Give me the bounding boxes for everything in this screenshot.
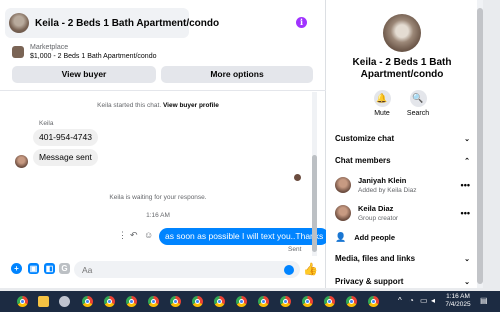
conversation-avatar bbox=[383, 14, 421, 52]
waiting-notice: Keila is waiting for your response. bbox=[109, 194, 207, 201]
system-clock[interactable]: 1:16 AM 7/4/2025 bbox=[442, 293, 474, 309]
chrome-icon[interactable] bbox=[302, 296, 313, 307]
folder-icon[interactable] bbox=[38, 296, 49, 307]
add-people-button[interactable]: 👤 Add people bbox=[335, 232, 395, 243]
chrome-icon[interactable] bbox=[346, 296, 357, 307]
add-people-label: Add people bbox=[354, 233, 396, 242]
message-timestamp: 1:16 AM bbox=[146, 212, 170, 219]
chat-header[interactable]: Keila - 2 Beds 1 Bath Apartment/condo bbox=[5, 8, 219, 38]
conversation-title: Keila - 2 Beds 1 Bath Apartment/condo bbox=[352, 57, 452, 80]
more-dots-icon[interactable]: ⋮ bbox=[118, 230, 127, 241]
clock-time: 1:16 AM bbox=[446, 293, 470, 300]
chevron-up-icon: ⌃ bbox=[464, 157, 470, 165]
chat-started-notice: Keila started this chat. View buyer prof… bbox=[0, 102, 316, 109]
listing-name: $1,000 - 2 Beds 1 Bath Apartment/condo bbox=[30, 53, 157, 60]
clock-date: 7/4/2025 bbox=[445, 301, 471, 308]
chat-members-section[interactable]: Chat members ⌃ bbox=[335, 156, 470, 165]
view-buyer-profile-link[interactable]: View buyer profile bbox=[163, 102, 219, 109]
media-files-label: Media, files and links bbox=[335, 254, 416, 263]
app-icon[interactable] bbox=[59, 296, 70, 307]
more-options-button[interactable]: More options bbox=[161, 66, 313, 83]
more-dots-icon[interactable]: ••• bbox=[461, 180, 470, 190]
sender-name: Keila bbox=[39, 120, 54, 127]
info-scroll-thumb[interactable] bbox=[477, 8, 483, 284]
chevron-up-icon[interactable]: ^ bbox=[398, 296, 402, 305]
member-avatar bbox=[335, 177, 351, 193]
info-icon[interactable]: i bbox=[296, 17, 307, 28]
chat-started-text: Keila started this chat. bbox=[97, 102, 162, 109]
search-label: Search bbox=[406, 110, 430, 117]
add-person-icon: 👤 bbox=[335, 232, 347, 242]
plus-icon[interactable]: + bbox=[11, 263, 22, 274]
chrome-icon[interactable] bbox=[280, 296, 291, 307]
chrome-icon[interactable] bbox=[148, 296, 159, 307]
chat-avatar bbox=[9, 13, 29, 33]
mute-button[interactable]: 🔔 Mute bbox=[362, 90, 402, 117]
chrome-icon[interactable] bbox=[17, 296, 28, 307]
marketplace-listing[interactable]: Marketplace $1,000 - 2 Beds 1 Bath Apart… bbox=[12, 44, 156, 60]
taskbar: ^ ◔ ▭ ◂ 1:16 AM 7/4/2025 ▤ bbox=[0, 291, 500, 312]
thumbs-up-icon[interactable]: 👍 bbox=[303, 262, 318, 276]
chrome-icon[interactable] bbox=[368, 296, 379, 307]
chevron-down-icon: ⌄ bbox=[464, 255, 470, 263]
chrome-icon[interactable] bbox=[324, 296, 335, 307]
member-item[interactable]: Janiyah Klein Added by Keila Diaz ••• bbox=[335, 176, 470, 194]
bell-icon: 🔔 bbox=[373, 90, 391, 107]
chrome-icon[interactable] bbox=[236, 296, 247, 307]
chrome-icon[interactable] bbox=[214, 296, 225, 307]
listing-thumbnail bbox=[12, 46, 24, 58]
sent-status: Sent bbox=[288, 246, 302, 253]
search-button[interactable]: 🔍 Search bbox=[398, 90, 438, 117]
member-subtitle: Added by Keila Diaz bbox=[358, 187, 417, 194]
member-name: Keila Diaz bbox=[358, 204, 394, 213]
emoji-icon[interactable] bbox=[284, 265, 294, 275]
reply-icon[interactable]: ↶ bbox=[130, 230, 138, 241]
message-input[interactable] bbox=[74, 261, 300, 278]
wifi-icon[interactable]: ◔ bbox=[409, 296, 414, 305]
chrome-icon[interactable] bbox=[82, 296, 93, 307]
customize-chat-section[interactable]: Customize chat ⌄ bbox=[335, 134, 470, 143]
volume-icon[interactable]: ◂ bbox=[431, 296, 435, 305]
chrome-icon[interactable] bbox=[192, 296, 203, 307]
member-avatar bbox=[335, 205, 351, 221]
gif-icon[interactable]: G bbox=[59, 263, 70, 274]
notification-icon[interactable]: ▤ bbox=[480, 296, 488, 305]
chrome-icon[interactable] bbox=[258, 296, 269, 307]
chrome-icon[interactable] bbox=[104, 296, 115, 307]
chat-scroll-thumb[interactable] bbox=[312, 155, 317, 252]
chat-info-panel: Keila - 2 Beds 1 Bath Apartment/condo 🔔 … bbox=[326, 0, 482, 288]
search-icon: 🔍 bbox=[409, 90, 427, 107]
sticker-icon[interactable]: ◧ bbox=[44, 263, 55, 274]
chrome-icon[interactable] bbox=[170, 296, 181, 307]
message-bubble[interactable]: 401-954-4743 bbox=[33, 129, 98, 146]
member-name: Janiyah Klein bbox=[358, 176, 407, 185]
chat-panel: Keila - 2 Beds 1 Bath Apartment/condo i … bbox=[0, 0, 330, 288]
sender-avatar[interactable] bbox=[15, 155, 28, 168]
privacy-support-section[interactable]: Privacy & support ⌄ bbox=[335, 277, 470, 286]
listing-label: Marketplace bbox=[30, 44, 69, 51]
battery-icon[interactable]: ▭ bbox=[420, 296, 428, 305]
seen-avatar bbox=[294, 174, 301, 181]
composer: + ▣ ◧ G 👍 bbox=[0, 258, 326, 280]
chrome-icon[interactable] bbox=[126, 296, 137, 307]
chevron-down-icon: ⌄ bbox=[464, 135, 470, 143]
mute-label: Mute bbox=[374, 110, 390, 117]
outgoing-message[interactable]: as soon as possible I will text you..Tha… bbox=[159, 228, 330, 245]
customize-chat-label: Customize chat bbox=[335, 134, 395, 143]
image-icon[interactable]: ▣ bbox=[28, 263, 39, 274]
privacy-support-label: Privacy & support bbox=[335, 277, 404, 286]
chat-title: Keila - 2 Beds 1 Bath Apartment/condo bbox=[35, 17, 220, 29]
member-item[interactable]: Keila Diaz Group creator ••• bbox=[335, 204, 470, 222]
message-bubble[interactable]: Message sent bbox=[33, 149, 98, 166]
chevron-down-icon: ⌄ bbox=[464, 278, 470, 286]
chat-members-label: Chat members bbox=[335, 156, 391, 165]
divider bbox=[0, 90, 326, 91]
more-dots-icon[interactable]: ••• bbox=[461, 208, 470, 218]
react-icon[interactable]: ☺ bbox=[144, 230, 153, 240]
media-files-section[interactable]: Media, files and links ⌄ bbox=[335, 254, 470, 263]
view-buyer-button[interactable]: View buyer bbox=[12, 66, 156, 83]
member-subtitle: Group creator bbox=[358, 215, 399, 222]
